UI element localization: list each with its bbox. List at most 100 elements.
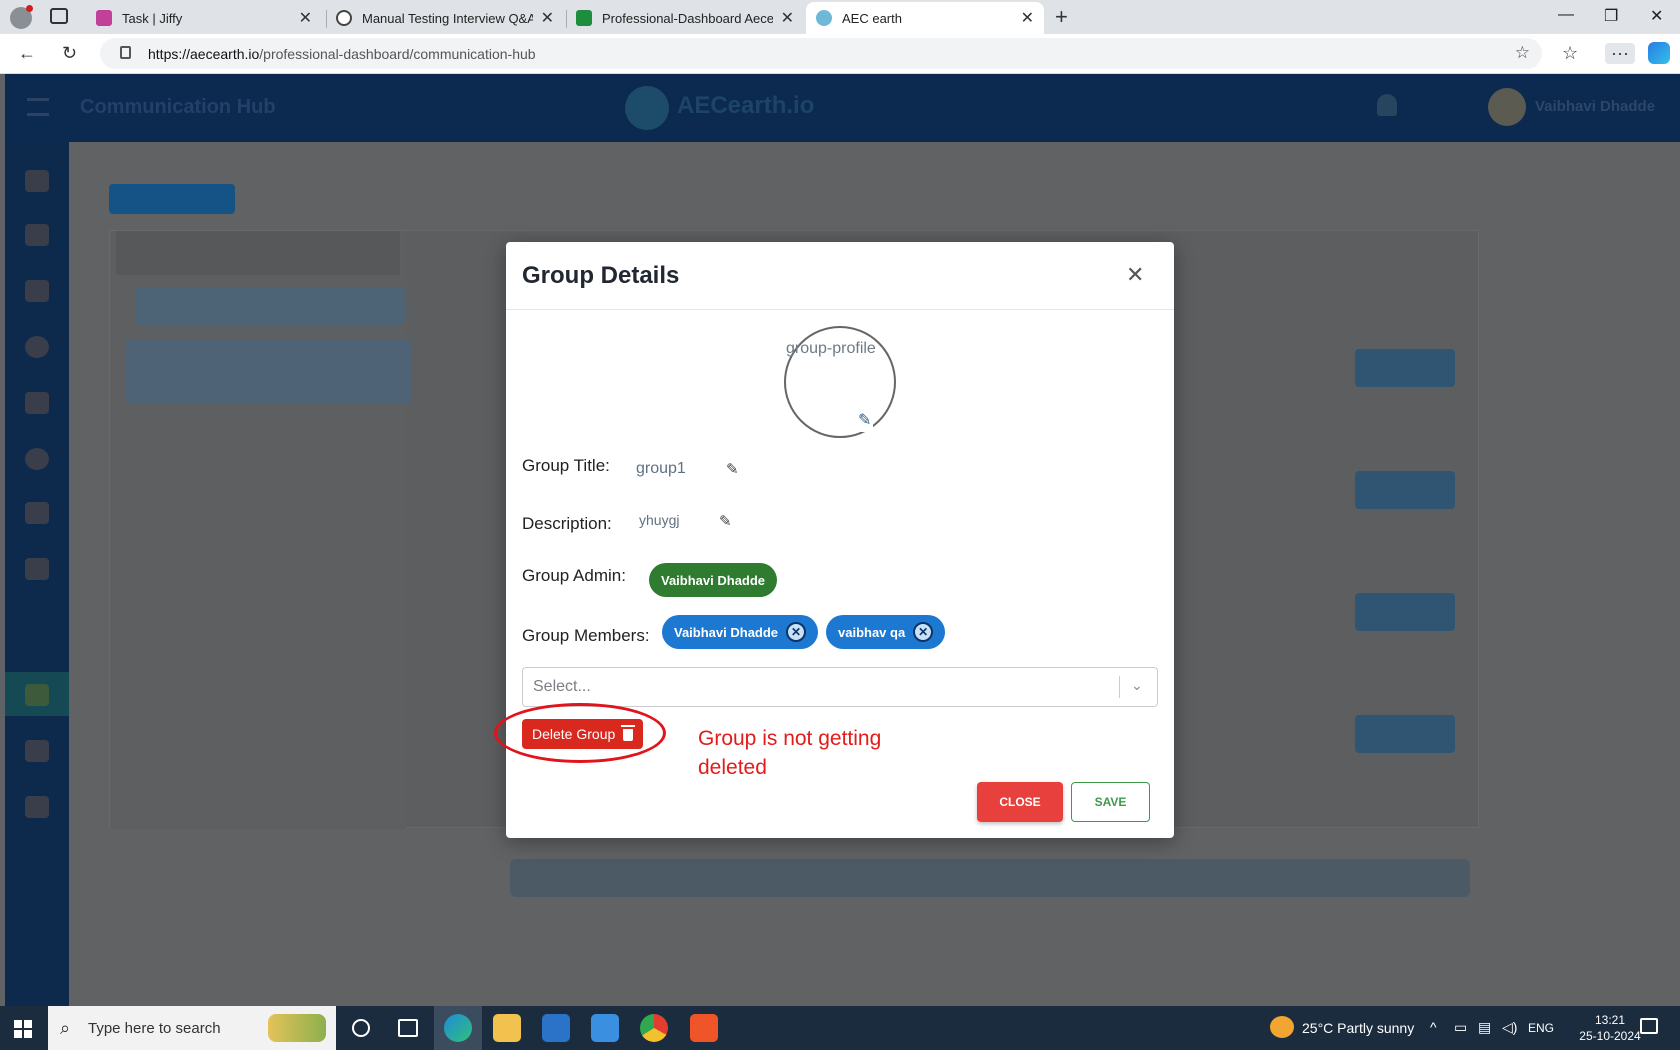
mail-icon[interactable] bbox=[591, 1014, 619, 1042]
app-header-title: Communication Hub bbox=[80, 96, 276, 118]
close-button[interactable]: CLOSE bbox=[977, 782, 1063, 822]
settings-icon[interactable] bbox=[25, 796, 49, 818]
favorite-star-icon[interactable]: ☆ bbox=[1515, 43, 1530, 63]
user-avatar[interactable] bbox=[1488, 88, 1526, 126]
search-icon: ⌕ bbox=[60, 1018, 71, 1038]
tab-manual-testing[interactable]: Manual Testing Interview Q&A ✕ bbox=[326, 2, 564, 34]
app-header: Communication Hub AECearth.io Vaibhavi D… bbox=[5, 74, 1680, 142]
tab-task-jiffy[interactable]: Task | Jiffy ✕ bbox=[86, 2, 322, 34]
aec-favicon-icon bbox=[816, 10, 832, 26]
network-icon[interactable] bbox=[25, 336, 49, 358]
browser-tab-bar: Task | Jiffy ✕ Manual Testing Interview … bbox=[0, 0, 1680, 34]
delete-group-button[interactable]: Delete Group bbox=[522, 719, 644, 749]
network-icon[interactable]: ▤ bbox=[1478, 1019, 1491, 1036]
cortana-icon[interactable] bbox=[352, 1019, 370, 1037]
reports-icon[interactable] bbox=[25, 740, 49, 762]
lock-icon bbox=[120, 46, 131, 59]
remove-member-icon[interactable]: ✕ bbox=[913, 622, 934, 642]
close-tab-icon[interactable]: ✕ bbox=[541, 8, 554, 28]
projects-icon[interactable] bbox=[25, 280, 49, 302]
edit-title-pencil-icon[interactable]: ✎ bbox=[726, 460, 739, 478]
group-title-value: group1 bbox=[636, 460, 686, 477]
communication-hub-icon[interactable] bbox=[25, 684, 49, 706]
annotation-note: Group is not getting deleted bbox=[698, 727, 882, 779]
notification-center-icon[interactable] bbox=[1640, 1018, 1658, 1034]
taskbar-clock[interactable]: 13:21 25-10-2024 bbox=[1578, 1012, 1642, 1044]
tasks-icon[interactable] bbox=[25, 392, 49, 414]
close-modal-icon[interactable]: ✕ bbox=[1126, 262, 1144, 288]
volume-icon[interactable]: ◁) bbox=[1502, 1019, 1517, 1036]
group-profile-image[interactable]: group-profile ✎ bbox=[784, 326, 896, 438]
tab-aec-earth[interactable]: AEC earth ✕ bbox=[806, 2, 1044, 34]
clock-date: 25-10-2024 bbox=[1579, 1029, 1641, 1043]
chrome-icon[interactable] bbox=[640, 1014, 668, 1042]
back-icon[interactable]: ← bbox=[18, 43, 36, 64]
member-name: Vaibhavi Dhadde bbox=[674, 624, 779, 640]
modal-title: Group Details bbox=[522, 262, 680, 289]
tab-actions-icon[interactable] bbox=[50, 8, 68, 24]
favorites-icon[interactable]: ☆ bbox=[1562, 43, 1578, 64]
select-divider bbox=[1119, 676, 1120, 698]
copilot-icon[interactable] bbox=[1648, 42, 1670, 64]
openai-favicon-icon bbox=[336, 10, 352, 26]
url-field[interactable]: https://aecearth.io/professional-dashboa… bbox=[100, 38, 1542, 69]
new-tab-icon[interactable]: + bbox=[1055, 4, 1068, 30]
save-button[interactable]: SAVE bbox=[1071, 782, 1150, 822]
profile-icon[interactable] bbox=[25, 224, 49, 246]
weather-icon[interactable] bbox=[1270, 1016, 1294, 1038]
tray-chevron-up-icon[interactable]: ^ bbox=[1430, 1019, 1437, 1035]
minimize-icon[interactable]: — bbox=[1558, 6, 1574, 24]
documents-icon[interactable] bbox=[25, 558, 49, 580]
conversation-search[interactable] bbox=[135, 287, 405, 325]
close-tab-icon[interactable]: ✕ bbox=[299, 8, 312, 28]
tab-label: AEC earth bbox=[842, 10, 902, 26]
tab-label: Task | Jiffy bbox=[122, 10, 183, 26]
weather-text[interactable]: 25°C Partly sunny bbox=[1302, 1020, 1414, 1036]
aec-logo-icon bbox=[625, 86, 669, 130]
chevron-down-icon[interactable]: ⌄ bbox=[1131, 677, 1143, 694]
group-admin-label: Group Admin: bbox=[522, 566, 626, 585]
restore-icon[interactable]: ❐ bbox=[1604, 6, 1618, 26]
message-bubble bbox=[1355, 593, 1455, 631]
message-input[interactable] bbox=[510, 859, 1470, 897]
hamburger-menu-icon[interactable] bbox=[27, 98, 49, 116]
profile-notification-dot bbox=[26, 5, 33, 12]
member-chip: vaibhav qa ✕ bbox=[826, 615, 946, 649]
tray-device-icon[interactable]: ▭ bbox=[1454, 1019, 1467, 1036]
jobs-icon[interactable] bbox=[25, 448, 49, 470]
conversation-item-group1[interactable] bbox=[126, 339, 411, 403]
edge-icon[interactable] bbox=[444, 1014, 472, 1042]
conversation-tabs[interactable] bbox=[116, 231, 400, 275]
notification-bell-icon[interactable] bbox=[1377, 94, 1397, 116]
close-tab-icon[interactable]: ✕ bbox=[781, 8, 794, 28]
remove-member-icon[interactable]: ✕ bbox=[786, 622, 807, 642]
search-highlight-image bbox=[268, 1014, 326, 1042]
microsoft-store-icon[interactable] bbox=[542, 1014, 570, 1042]
delete-group-label: Delete Group bbox=[532, 726, 616, 742]
url-host: https://aecearth.io bbox=[148, 45, 260, 62]
task-view-icon[interactable] bbox=[398, 1019, 418, 1037]
language-indicator[interactable]: ENG bbox=[1528, 1021, 1554, 1035]
group-title-label: Group Title: bbox=[522, 456, 610, 475]
brave-icon[interactable] bbox=[690, 1014, 718, 1042]
edit-profile-pencil-icon[interactable]: ✎ bbox=[856, 408, 874, 432]
edit-description-pencil-icon[interactable]: ✎ bbox=[719, 512, 732, 530]
group-profile-alt-text: group-profile bbox=[786, 340, 876, 357]
file-explorer-icon[interactable] bbox=[493, 1014, 521, 1042]
clock-time: 13:21 bbox=[1594, 1013, 1626, 1027]
group-admin-chip: Vaibhavi Dhadde bbox=[649, 563, 778, 597]
url-path: /professional-dashboard/communication-hu… bbox=[259, 45, 536, 62]
close-tab-icon[interactable]: ✕ bbox=[1021, 8, 1034, 28]
more-menu-icon[interactable]: ··· bbox=[1605, 43, 1635, 64]
dimmed-action-button[interactable] bbox=[109, 184, 235, 214]
calendar-icon[interactable] bbox=[25, 502, 49, 524]
jiffy-favicon-icon bbox=[96, 10, 112, 26]
refresh-icon[interactable]: ↻ bbox=[62, 43, 77, 64]
add-member-select[interactable]: Select... ⌄ bbox=[522, 667, 1158, 707]
home-icon[interactable] bbox=[25, 170, 49, 192]
windows-start-icon[interactable] bbox=[14, 1020, 32, 1038]
window-close-icon[interactable]: ✕ bbox=[1650, 6, 1663, 26]
tab-professional-dashboard[interactable]: Professional-Dashboard Aecearth ✕ bbox=[566, 2, 804, 34]
tab-label: Professional-Dashboard Aecearth bbox=[602, 10, 773, 26]
address-bar-row: ← ↻ https://aecearth.io/professional-das… bbox=[0, 34, 1680, 74]
